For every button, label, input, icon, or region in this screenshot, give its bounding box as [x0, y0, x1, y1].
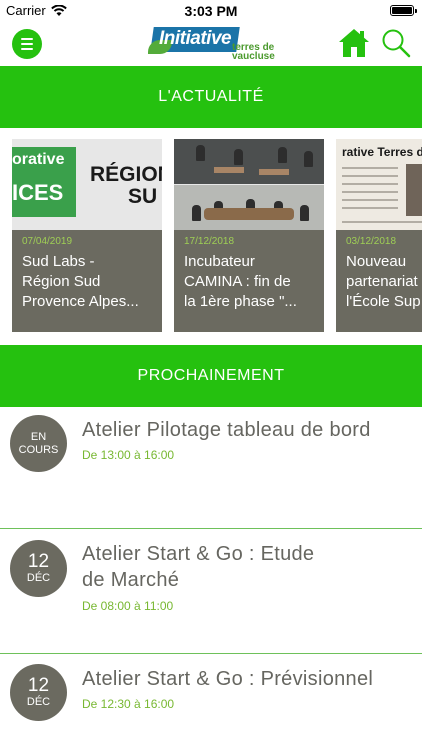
news-section-header: L'ACTUALITÉ [0, 66, 422, 128]
photo-person [234, 149, 243, 165]
upcoming-section-title: PROCHAINEMENT [137, 367, 285, 384]
app-header: Initiative terres de vaucluse [0, 22, 422, 66]
hamburger-icon-bar [21, 43, 33, 45]
news-image: rative Terres de Vaucluse [336, 139, 422, 230]
newsprint-line [342, 191, 398, 193]
event-title: Atelier Pilotage tableau de bord [82, 419, 371, 441]
badge-day: 12 [27, 675, 50, 696]
newsprint-line [342, 199, 398, 201]
battery-icon [390, 5, 417, 16]
event-time: De 13:00 à 16:00 [82, 448, 175, 462]
news-image [174, 139, 324, 230]
badge-month: DÉC [26, 572, 51, 584]
news-image-text: SU [128, 185, 158, 208]
event-status-badge: EN COURS [10, 415, 67, 472]
photo-person [196, 145, 205, 161]
status-time: 3:03 PM [184, 3, 238, 19]
newsprint-line [342, 221, 422, 223]
news-card[interactable]: rative Terres de Vaucluse 03/12/2018 Nou… [336, 139, 422, 332]
event-date-badge: 12 DÉC [10, 664, 67, 721]
news-image-text: rative Terres de Vaucluse [342, 145, 422, 159]
event-item[interactable]: EN COURS Atelier Pilotage tableau de bor… [0, 407, 422, 528]
app-logo: Initiative terres de vaucluse [148, 26, 275, 64]
logo-subtitle: terres de vaucluse [232, 43, 275, 62]
event-time: De 08:00 à 11:00 [82, 599, 174, 613]
photo-person [304, 151, 313, 167]
newsprint-line [342, 175, 398, 177]
logo-text: Initiative [159, 28, 232, 49]
news-title: Sud Labs - Région Sud Provence Alpes... [22, 253, 139, 310]
news-section-title: L'ACTUALITÉ [158, 88, 264, 105]
photo-desk [259, 169, 289, 175]
menu-button[interactable] [12, 29, 42, 59]
news-image-text: RÉGION [90, 163, 162, 186]
event-title: Atelier Start & Go : Prévisionnel [82, 668, 374, 690]
badge-day: 12 [27, 551, 50, 572]
photo-desk [214, 167, 244, 173]
badge-month: DÉC [26, 696, 51, 708]
event-date-badge: 12 DÉC [10, 540, 67, 597]
news-date: 03/12/2018 [346, 236, 397, 247]
event-title: Atelier Start & Go : Etude de Marché [82, 543, 315, 591]
news-card[interactable]: 17/12/2018 Incubateur CAMINA : fin de la… [174, 139, 324, 332]
hamburger-icon-bar [21, 48, 33, 50]
news-card[interactable]: orative ICES RÉGION SU 07/04/2019 Sud La… [12, 139, 162, 332]
badge-line: COURS [18, 443, 59, 456]
news-title: Nouveau partenariat l'École Sup [346, 253, 421, 310]
home-icon[interactable] [338, 28, 370, 58]
event-time: De 12:30 à 16:00 [82, 697, 175, 711]
news-photo-top [174, 139, 324, 184]
newsprint-line [342, 167, 398, 169]
photo-person [192, 205, 201, 221]
news-date: 07/04/2019 [22, 236, 73, 247]
upcoming-section-header: PROCHAINEMENT [0, 345, 422, 407]
hamburger-icon-bar [21, 38, 33, 40]
newsprint-line [342, 207, 398, 209]
newsprint-line [342, 183, 398, 185]
newspaper-photo [406, 164, 422, 216]
news-image-text: ICES [12, 180, 64, 205]
photo-person [278, 147, 287, 163]
news-image-text: orative [12, 151, 65, 168]
news-title: Incubateur CAMINA : fin de la 1ère phase… [184, 253, 297, 310]
news-carousel[interactable]: orative ICES RÉGION SU 07/04/2019 Sud La… [0, 128, 422, 345]
photo-table [204, 208, 294, 220]
news-date: 17/12/2018 [184, 236, 235, 247]
search-icon[interactable] [381, 28, 411, 58]
logo-subtitle-line2: vaucluse [232, 51, 275, 62]
events-list: EN COURS Atelier Pilotage tableau de bor… [0, 407, 422, 750]
badge-line: EN [30, 430, 47, 443]
event-item[interactable]: 12 DÉC Atelier Start & Go : Etude de Mar… [0, 529, 422, 652]
event-item[interactable]: 12 DÉC Atelier Start & Go : Prévisionnel… [0, 654, 422, 750]
status-bar: Carrier 3:03 PM [0, 0, 422, 22]
photo-person [300, 205, 309, 221]
news-image: orative ICES RÉGION SU [12, 139, 162, 230]
